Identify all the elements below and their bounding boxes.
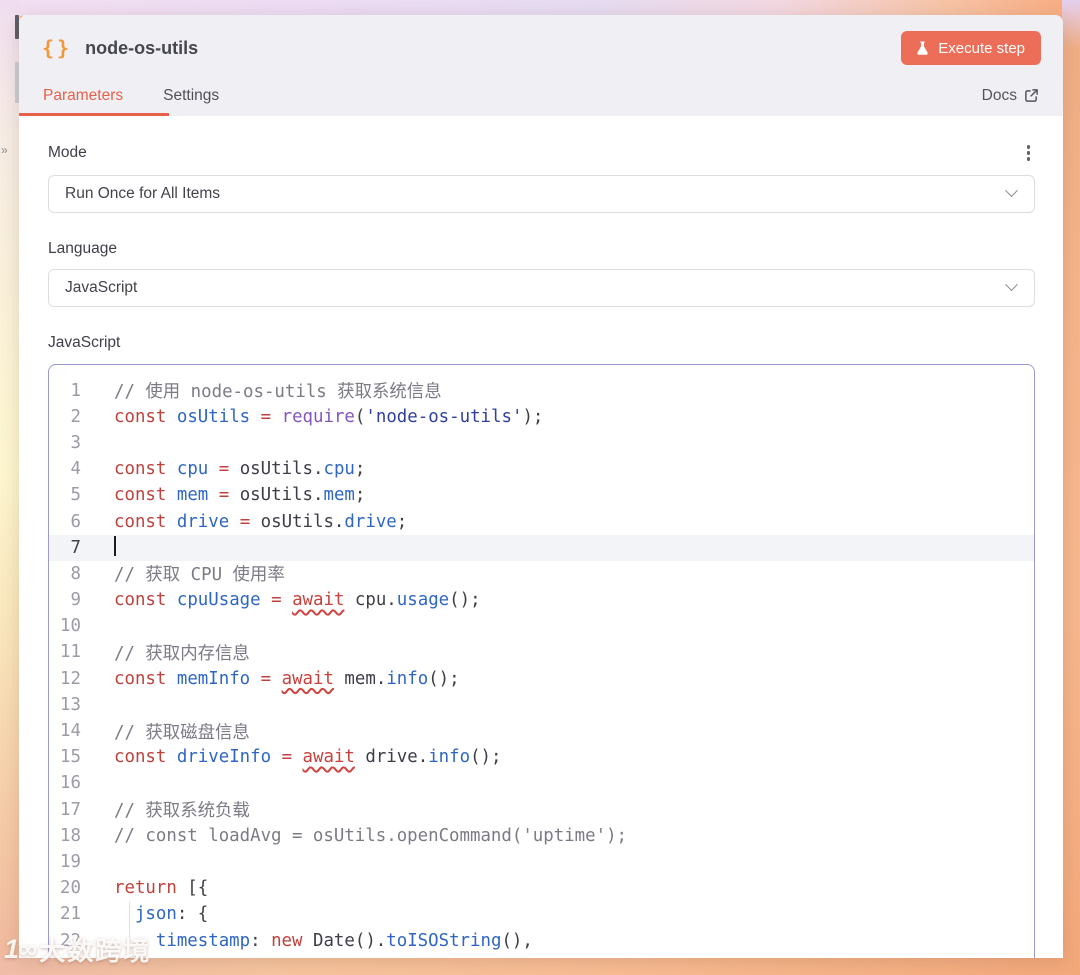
code-line-text: // 使用 node-os-utils 获取系统信息 [114, 382, 442, 403]
code-editor[interactable]: 1 // 使用 node-os-utils 获取系统信息 2 const osUtil… [48, 363, 1035, 958]
background-gradient-top [0, 0, 1080, 16]
line-number: 21 [60, 904, 81, 925]
line-number: 8 [70, 563, 81, 584]
code-line[interactable]: 2 const osUtils = require('node-os-utils'… [49, 404, 1034, 430]
line-number: 1 [70, 380, 81, 401]
code-editor-lines: 1 // 使用 node-os-utils 获取系统信息 2 const osUtil… [49, 378, 1034, 958]
line-number: 16 [60, 773, 81, 794]
node-title: node-os-utils [85, 37, 199, 58]
tab-parameters[interactable]: Parameters [43, 87, 123, 105]
code-line-text: cpu: { [95, 957, 219, 958]
mode-label: Mode [48, 143, 87, 161]
line-number: 11 [60, 642, 81, 663]
language-value: JavaScript [65, 278, 138, 296]
title-row: {} node-os-utils Execute step [19, 15, 1063, 65]
code-line[interactable]: 14 // 获取磁盘信息 [49, 718, 1034, 744]
kebab-menu-icon[interactable] [1022, 142, 1036, 164]
code-line[interactable]: 20 return [{ [49, 875, 1034, 901]
line-number: 9 [70, 590, 81, 611]
code-line-text: const drive = osUtils.drive; [114, 511, 408, 532]
line-number: 6 [70, 511, 81, 532]
line-number: 4 [70, 459, 81, 480]
line-number: 5 [70, 485, 81, 506]
code-line[interactable]: 19 [49, 849, 1034, 875]
line-number: 10 [60, 616, 81, 637]
chevron-down-icon [1005, 278, 1018, 292]
mode-select[interactable]: Run Once for All Items [48, 174, 1035, 213]
code-node-icon: {} [42, 36, 73, 60]
tab-settings[interactable]: Settings [163, 87, 219, 105]
code-line[interactable]: 15 const driveInfo = await drive.info(); [49, 744, 1034, 770]
line-number: 12 [60, 668, 81, 689]
code-line[interactable]: 22 timestamp: new Date().toISOString(), [49, 927, 1034, 953]
code-line[interactable]: 7 [49, 534, 1034, 561]
code-line[interactable]: 6 const drive = osUtils.drive; [49, 508, 1034, 534]
code-line-text: const osUtils = require('node-os-utils')… [114, 406, 544, 427]
flask-icon [915, 40, 930, 56]
code-line-text: // const loadAvg = osUtils.openCommand('… [114, 825, 628, 846]
code-line[interactable]: 16 [49, 770, 1034, 796]
code-line-text: // 获取磁盘信息 [114, 722, 250, 743]
code-line[interactable]: 8 // 获取 CPU 使用率 [49, 561, 1034, 587]
panel-header: {} node-os-utils Execute step Parameters… [19, 15, 1063, 116]
docs-link[interactable]: Docs [982, 87, 1039, 105]
execute-step-label: Execute step [938, 39, 1025, 57]
background-gradient-bottom [0, 957, 1080, 975]
code-line[interactable]: 17 // 获取系统负载 [49, 797, 1034, 823]
parameters-panel: Mode Run Once for All Items Language Jav… [19, 116, 1063, 958]
code-line[interactable]: 21 json: { [49, 901, 1034, 927]
collapse-panel-chevron-icon[interactable]: » [1, 143, 8, 157]
code-line-text: const driveInfo = await drive.info(); [114, 747, 502, 768]
line-number: 13 [60, 694, 81, 715]
code-line-text: const cpuUsage = await cpu.usage(); [114, 590, 481, 611]
mode-value: Run Once for All Items [65, 184, 221, 202]
code-line-text: // 获取 CPU 使用率 [114, 565, 285, 586]
node-detail-panel: {} node-os-utils Execute step Parameters… [19, 15, 1063, 958]
code-line[interactable]: 23 cpu: { [49, 954, 1034, 958]
code-line-text: // 获取内存信息 [114, 643, 250, 664]
code-line-text: const memInfo = await mem.info(); [114, 668, 460, 689]
line-number: 22 [60, 930, 81, 951]
line-number: 2 [70, 406, 81, 427]
line-number: 23 [49, 957, 95, 958]
code-line-text: // 获取系统负载 [114, 801, 250, 822]
code-line[interactable]: 12 const memInfo = await mem.info(); [49, 666, 1034, 692]
code-line[interactable]: 10 [49, 613, 1034, 639]
code-line-text: return [{ [114, 878, 209, 899]
code-line[interactable]: 1 // 使用 node-os-utils 获取系统信息 [49, 378, 1034, 404]
code-line[interactable]: 5 const mem = osUtils.mem; [49, 482, 1034, 508]
line-number: 20 [60, 878, 81, 899]
language-select[interactable]: JavaScript [48, 268, 1035, 307]
tab-bar: Parameters Settings Docs [19, 65, 1063, 116]
external-link-icon [1024, 88, 1039, 103]
code-line-text: timestamp: new Date().toISOString(), [155, 930, 533, 951]
line-number: 15 [60, 747, 81, 768]
code-line-text [95, 536, 116, 559]
line-number: 18 [60, 825, 81, 846]
code-line[interactable]: 4 const cpu = osUtils.cpu; [49, 456, 1034, 482]
code-line[interactable]: 11 // 获取内存信息 [49, 639, 1034, 665]
line-number: 19 [60, 851, 81, 872]
code-line[interactable]: 18 // const loadAvg = osUtils.openCommand… [49, 823, 1034, 849]
line-number: 14 [60, 721, 81, 742]
text-cursor [114, 536, 116, 557]
code-line[interactable]: 13 [49, 692, 1034, 718]
docs-label: Docs [981, 86, 1017, 104]
code-line-text: const mem = osUtils.mem; [114, 485, 366, 506]
code-field-label: JavaScript [48, 333, 121, 351]
active-tab-indicator [19, 113, 169, 116]
code-line[interactable]: 9 const cpuUsage = await cpu.usage(); [49, 587, 1034, 613]
line-number: 7 [70, 537, 81, 558]
line-number: 3 [70, 432, 81, 453]
language-label: Language [48, 239, 117, 257]
code-line-text: json: { [134, 904, 209, 925]
chevron-down-icon [1005, 184, 1018, 198]
execute-step-button[interactable]: Execute step [901, 31, 1041, 65]
code-line-text: const cpu = osUtils.cpu; [114, 459, 366, 480]
background-gradient-right [1062, 0, 1080, 975]
line-number: 17 [60, 799, 81, 820]
code-line[interactable]: 3 [49, 430, 1034, 456]
